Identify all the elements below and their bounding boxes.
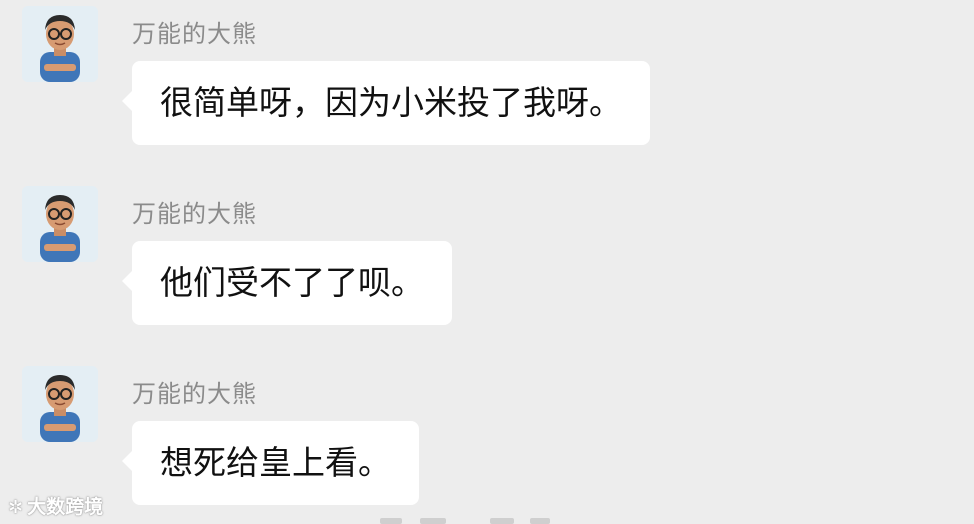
watermark-text: 大数跨境 [27, 497, 104, 518]
avatar-icon [22, 6, 98, 82]
sender-name: 万能的大熊 [132, 201, 257, 228]
message-bubble[interactable]: 很简单呀，因为小米投了我呀。 [122, 61, 650, 145]
avatar-icon [22, 186, 98, 262]
avatar-icon [22, 366, 98, 442]
message-bubble[interactable]: 他们受不了了呗。 [122, 241, 452, 325]
message-bubble[interactable]: 想死给皇上看。 [122, 421, 419, 505]
cutoff-next-message [380, 518, 560, 524]
sender-name: 万能的大熊 [132, 21, 257, 48]
watermark-logo-icon: ✲ [8, 497, 24, 517]
sender-name: 万能的大熊 [132, 381, 257, 408]
avatar[interactable] [22, 366, 98, 442]
watermark: ✲ 大数跨境 [8, 492, 103, 519]
avatar[interactable] [22, 6, 98, 82]
avatar[interactable] [22, 186, 98, 262]
